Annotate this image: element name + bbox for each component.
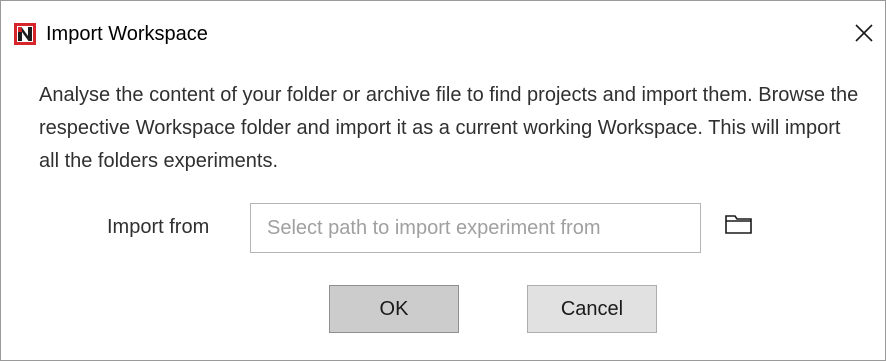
import-from-label: Import from [107, 216, 210, 238]
description-text: Analyse the content of your folder or ar… [39, 84, 859, 172]
import-workspace-dialog: Import Workspace Analyse the content of … [0, 0, 886, 361]
ok-button[interactable]: OK [329, 285, 459, 333]
window-title: Import Workspace [46, 23, 208, 45]
folder-icon [724, 215, 754, 241]
close-button[interactable] [847, 18, 881, 52]
import-path-input[interactable] [250, 203, 701, 253]
close-icon [855, 23, 873, 47]
app-logo-icon [14, 23, 36, 45]
title-bar: Import Workspace [1, 1, 885, 67]
cancel-button[interactable]: Cancel [527, 285, 657, 333]
browse-folder-button[interactable] [724, 211, 754, 237]
import-from-row: Import from [1, 201, 885, 253]
